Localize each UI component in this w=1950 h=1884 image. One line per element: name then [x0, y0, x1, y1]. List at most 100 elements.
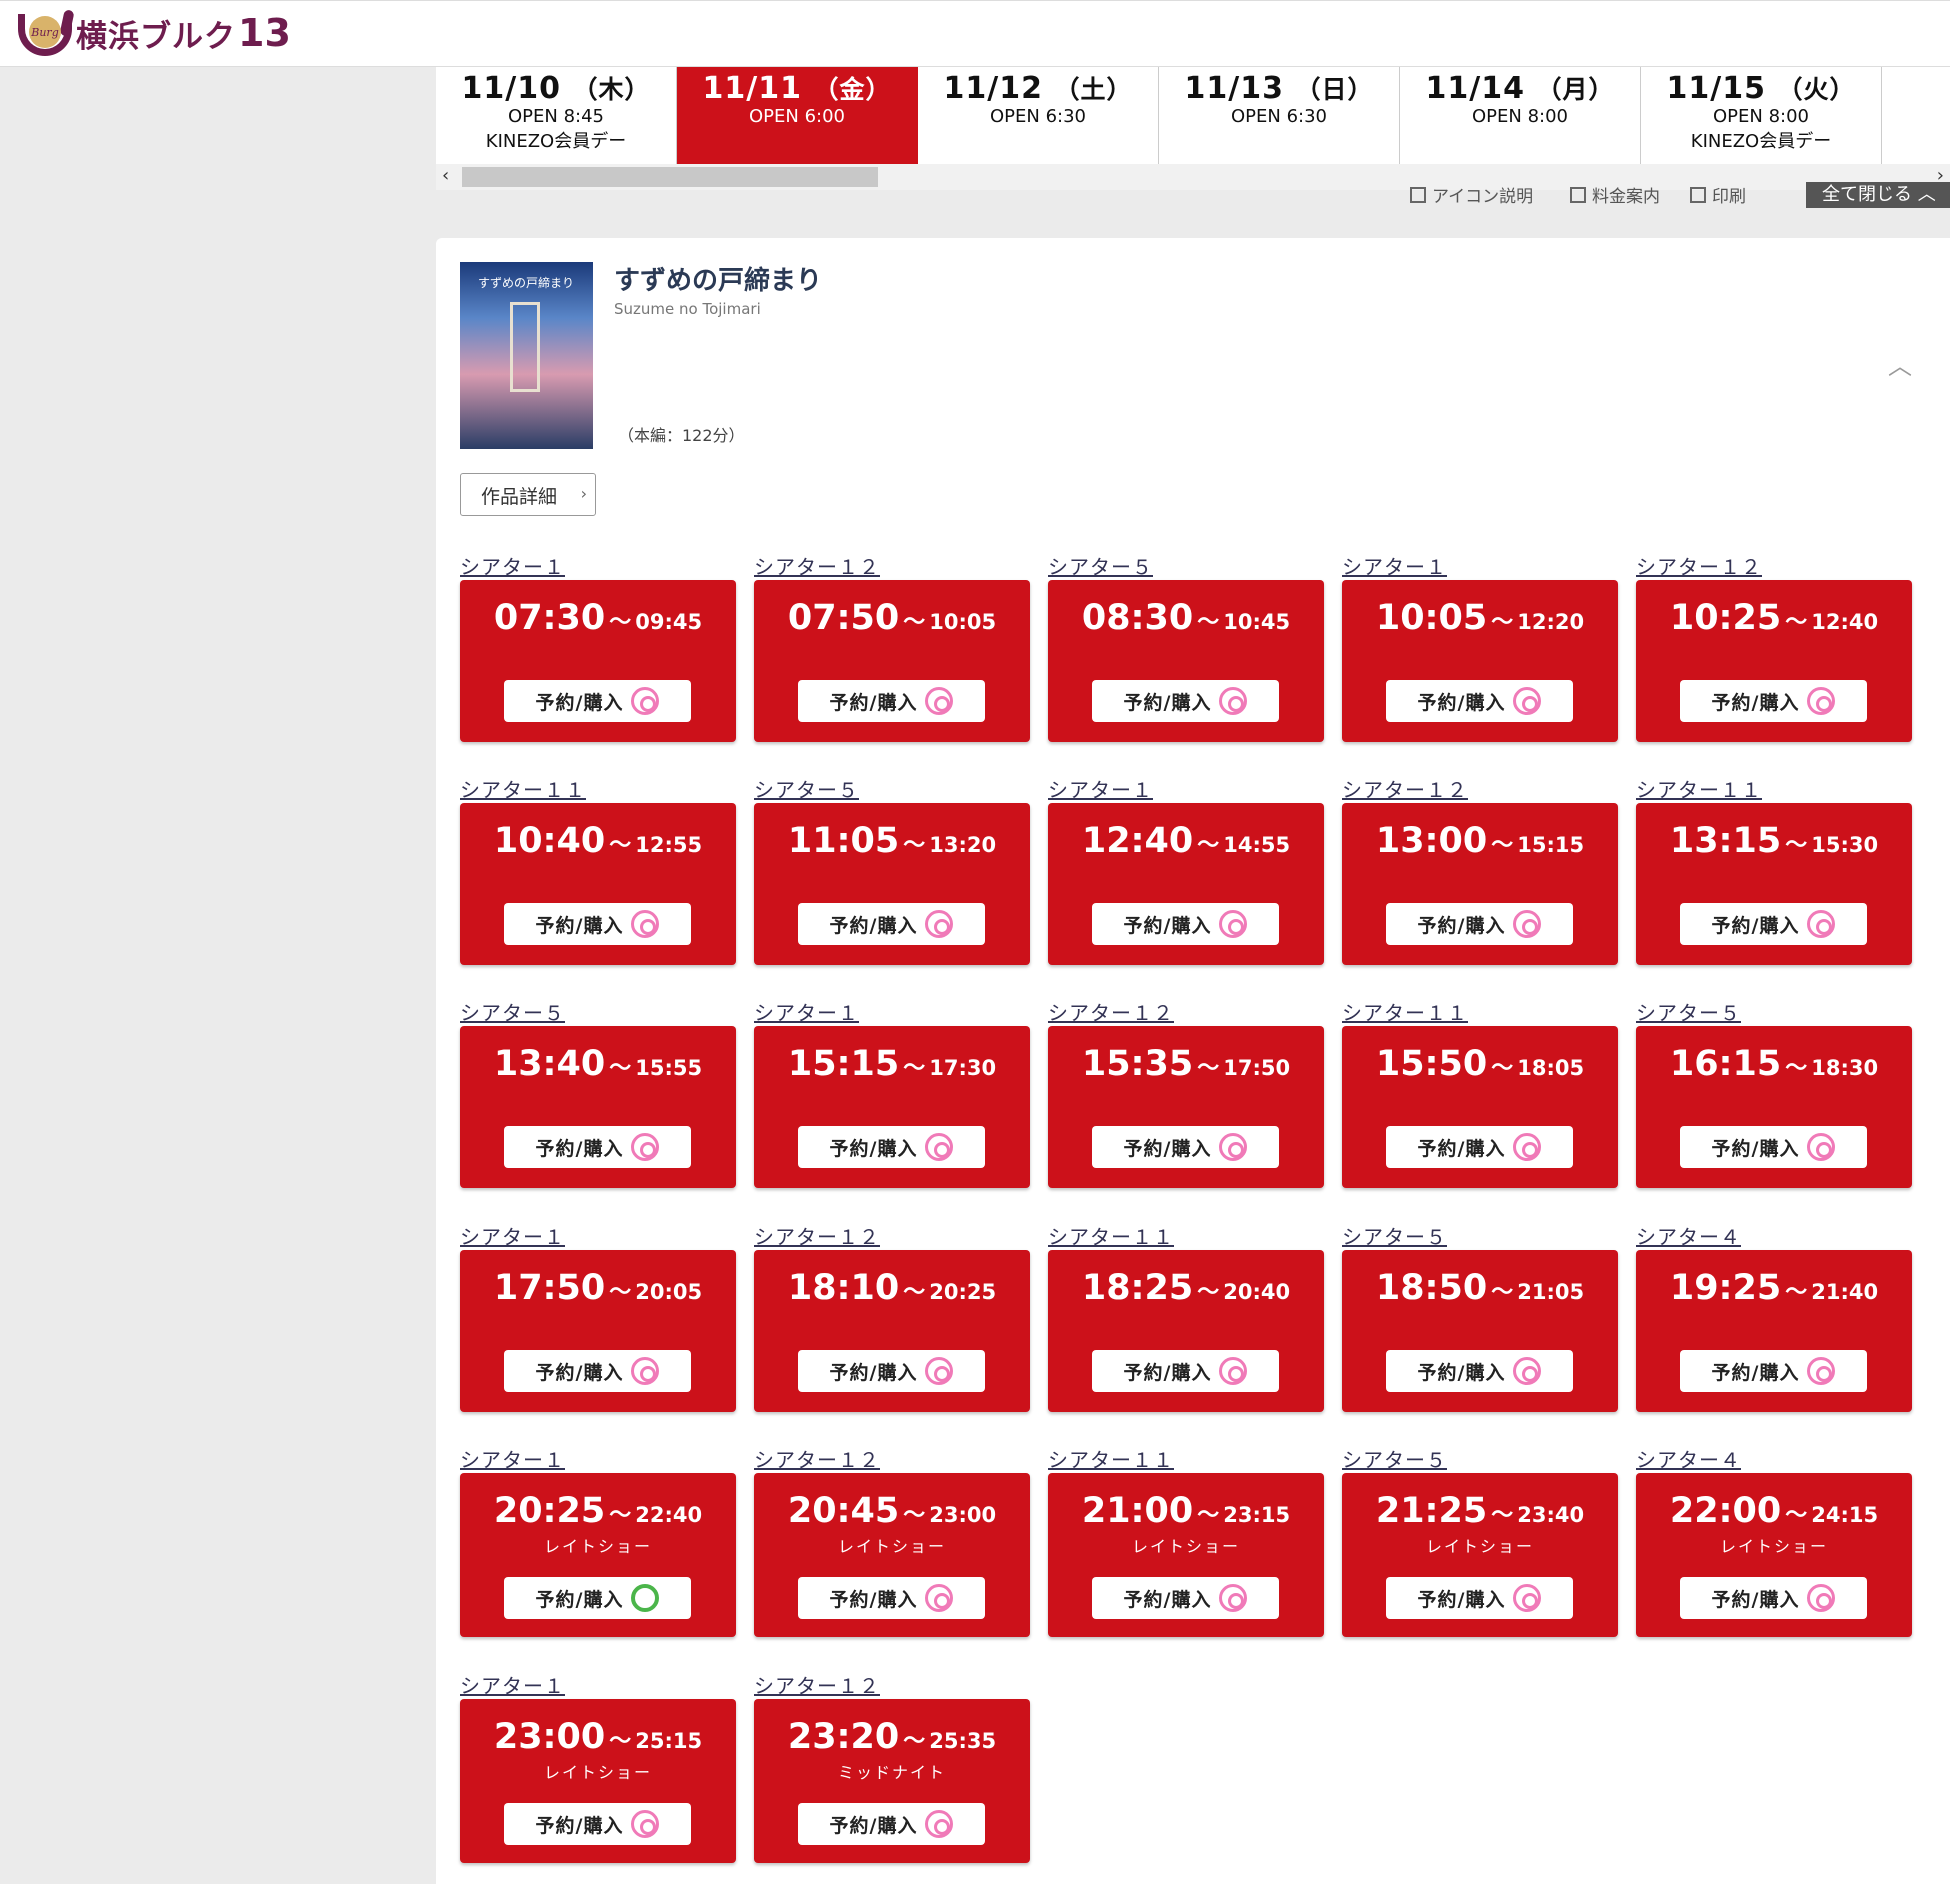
theater-link[interactable]: シアター１２ — [1048, 997, 1174, 1025]
buy-button[interactable]: 予約/購入 — [1386, 1350, 1573, 1392]
showtime-card[interactable]: 13:40 ～ 15:55 予約/購入 — [460, 1026, 736, 1188]
date-tab[interactable]: 11/14 （月） OPEN 8:00 — [1400, 67, 1641, 164]
buy-button[interactable]: 予約/購入 — [1386, 1126, 1573, 1168]
theater-link[interactable]: シアター１１ — [1342, 997, 1468, 1025]
theater-link[interactable]: シアター１１ — [1048, 1221, 1174, 1249]
theater-link[interactable]: シアター１２ — [1342, 774, 1468, 802]
movie-detail-button[interactable]: 作品詳細 › — [460, 473, 596, 516]
showtime-card[interactable]: 18:10 ～ 20:25 予約/購入 — [754, 1250, 1030, 1412]
buy-button[interactable]: 予約/購入 — [798, 680, 985, 722]
buy-button[interactable]: 予約/購入 — [798, 1803, 985, 1845]
showtime-card[interactable]: 12:40 ～ 14:55 予約/購入 — [1048, 803, 1324, 965]
showtime-card[interactable]: 13:00 ～ 15:15 予約/購入 — [1342, 803, 1618, 965]
showtime-card[interactable]: 10:25 ～ 12:40 予約/購入 — [1636, 580, 1912, 742]
showtime-card[interactable]: 21:25 ～ 23:40 レイトショー 予約/購入 — [1342, 1473, 1618, 1637]
theater-link[interactable]: シアター１２ — [1636, 551, 1762, 579]
icon-help-link[interactable]: アイコン説明 — [1410, 182, 1533, 207]
theater-link[interactable]: シアター１１ — [1048, 1444, 1174, 1472]
buy-button[interactable]: 予約/購入 — [1680, 1350, 1867, 1392]
buy-button[interactable]: 予約/購入 — [1680, 1126, 1867, 1168]
pricing-link[interactable]: 料金案内 — [1570, 182, 1660, 207]
buy-button[interactable]: 予約/購入 — [798, 1126, 985, 1168]
theater-link[interactable]: シアター１２ — [754, 1221, 880, 1249]
buy-button[interactable]: 予約/購入 — [1386, 903, 1573, 945]
theater-link[interactable]: シアター１ — [754, 997, 859, 1025]
buy-button[interactable]: 予約/購入 — [1386, 680, 1573, 722]
buy-button[interactable]: 予約/購入 — [1092, 1126, 1279, 1168]
buy-button[interactable]: 予約/購入 — [798, 903, 985, 945]
buy-button[interactable]: 予約/購入 — [1680, 903, 1867, 945]
theater-link[interactable]: シアター１２ — [754, 1670, 880, 1698]
buy-button[interactable]: 予約/購入 — [1680, 680, 1867, 722]
end-time: 23:15 — [1223, 1503, 1291, 1527]
buy-button[interactable]: 予約/購入 — [504, 903, 691, 945]
buy-button[interactable]: 予約/購入 — [798, 1350, 985, 1392]
movie-poster[interactable]: すずめの戸締まり — [460, 262, 593, 449]
showtime-card[interactable]: 23:20 ～ 25:35 ミッドナイト 予約/購入 — [754, 1699, 1030, 1863]
showtime-card[interactable]: 07:50 ～ 10:05 予約/購入 — [754, 580, 1030, 742]
showtime-card[interactable]: 18:25 ～ 20:40 予約/購入 — [1048, 1250, 1324, 1412]
date-tab[interactable]: 11 水曜 — [1882, 67, 1950, 164]
showtime-card[interactable]: 16:15 ～ 18:30 予約/購入 — [1636, 1026, 1912, 1188]
theater-link[interactable]: シアター５ — [1048, 551, 1153, 579]
buy-button[interactable]: 予約/購入 — [1092, 1577, 1279, 1619]
theater-link[interactable]: シアター５ — [1342, 1221, 1447, 1249]
date-tab[interactable]: 11/12 （土） OPEN 6:30 — [918, 67, 1159, 164]
show-note: レイトショー — [543, 1537, 652, 1556]
theater-link[interactable]: シアター１２ — [754, 551, 880, 579]
showtime-card[interactable]: 19:25 ～ 21:40 予約/購入 — [1636, 1250, 1912, 1412]
showtime-card[interactable]: 13:15 ～ 15:30 予約/購入 — [1636, 803, 1912, 965]
date-tab[interactable]: 11/11 （金） OPEN 6:00 — [677, 67, 918, 164]
buy-button[interactable]: 予約/購入 — [504, 1577, 691, 1619]
theater-link[interactable]: シアター５ — [1636, 997, 1741, 1025]
theater-link[interactable]: シアター１ — [460, 1444, 565, 1472]
buy-button[interactable]: 予約/購入 — [1680, 1577, 1867, 1619]
showtime-card[interactable]: 23:00 ～ 25:15 レイトショー 予約/購入 — [460, 1699, 736, 1863]
date-tab[interactable]: 11/15 （火） OPEN 8:00 KINEZO会員デー — [1641, 67, 1882, 164]
chevron-up-icon[interactable]: ︿ — [1888, 346, 1912, 381]
buy-button[interactable]: 予約/購入 — [798, 1577, 985, 1619]
showtime-card[interactable]: 08:30 ～ 10:45 予約/購入 — [1048, 580, 1324, 742]
buy-button[interactable]: 予約/購入 — [1092, 903, 1279, 945]
theater-link[interactable]: シアター４ — [1636, 1221, 1741, 1249]
scrollbar-thumb[interactable] — [462, 167, 878, 187]
buy-button[interactable]: 予約/購入 — [504, 1803, 691, 1845]
theater-link[interactable]: シアター１ — [460, 551, 565, 579]
showtime-card[interactable]: 15:50 ～ 18:05 予約/購入 — [1342, 1026, 1618, 1188]
showtime-card[interactable]: 21:00 ～ 23:15 レイトショー 予約/購入 — [1048, 1473, 1324, 1637]
print-link[interactable]: 印刷 — [1690, 182, 1746, 207]
site-logo[interactable]: Burg 横浜ブルク 13 — [18, 9, 291, 56]
buy-button[interactable]: 予約/購入 — [504, 1126, 691, 1168]
buy-button[interactable]: 予約/購入 — [504, 680, 691, 722]
theater-link[interactable]: シアター５ — [754, 774, 859, 802]
showtime-card[interactable]: 15:35 ～ 17:50 予約/購入 — [1048, 1026, 1324, 1188]
showtime-card[interactable]: 15:15 ～ 17:30 予約/購入 — [754, 1026, 1030, 1188]
showtime-card[interactable]: 20:25 ～ 22:40 レイトショー 予約/購入 — [460, 1473, 736, 1637]
theater-link[interactable]: シアター５ — [1342, 1444, 1447, 1472]
theater-link[interactable]: シアター１ — [460, 1670, 565, 1698]
date-tab[interactable]: 11/10 （木） OPEN 8:45 KINEZO会員デー — [436, 67, 677, 164]
buy-button[interactable]: 予約/購入 — [1092, 680, 1279, 722]
buy-button[interactable]: 予約/購入 — [1386, 1577, 1573, 1619]
theater-link[interactable]: シアター１１ — [1636, 774, 1762, 802]
buy-button[interactable]: 予約/購入 — [504, 1350, 691, 1392]
date-tab[interactable]: 11/13 （日） OPEN 6:30 — [1159, 67, 1400, 164]
showtime-card[interactable]: 20:45 ～ 23:00 レイトショー 予約/購入 — [754, 1473, 1030, 1637]
theater-link[interactable]: シアター１ — [460, 1221, 565, 1249]
showtime-card[interactable]: 11:05 ～ 13:20 予約/購入 — [754, 803, 1030, 965]
showtime-card[interactable]: 07:30 ～ 09:45 予約/購入 — [460, 580, 736, 742]
theater-link[interactable]: シアター１ — [1342, 551, 1447, 579]
theater-link[interactable]: シアター４ — [1636, 1444, 1741, 1472]
showtime-card[interactable]: 22:00 ～ 24:15 レイトショー 予約/購入 — [1636, 1473, 1912, 1637]
showtime-card[interactable]: 17:50 ～ 20:05 予約/購入 — [460, 1250, 736, 1412]
showtime-card[interactable]: 18:50 ～ 21:05 予約/購入 — [1342, 1250, 1618, 1412]
buy-button[interactable]: 予約/購入 — [1092, 1350, 1279, 1392]
showtime-card[interactable]: 10:05 ～ 12:20 予約/購入 — [1342, 580, 1618, 742]
theater-link[interactable]: シアター１２ — [754, 1444, 880, 1472]
close-all-button[interactable]: 全て閉じる ︿ — [1806, 182, 1950, 208]
theater-link[interactable]: シアター１ — [1048, 774, 1153, 802]
theater-link[interactable]: シアター１１ — [460, 774, 586, 802]
theater-link[interactable]: シアター５ — [460, 997, 565, 1025]
scroll-left-icon[interactable]: ‹ — [442, 165, 449, 186]
showtime-card[interactable]: 10:40 ～ 12:55 予約/購入 — [460, 803, 736, 965]
